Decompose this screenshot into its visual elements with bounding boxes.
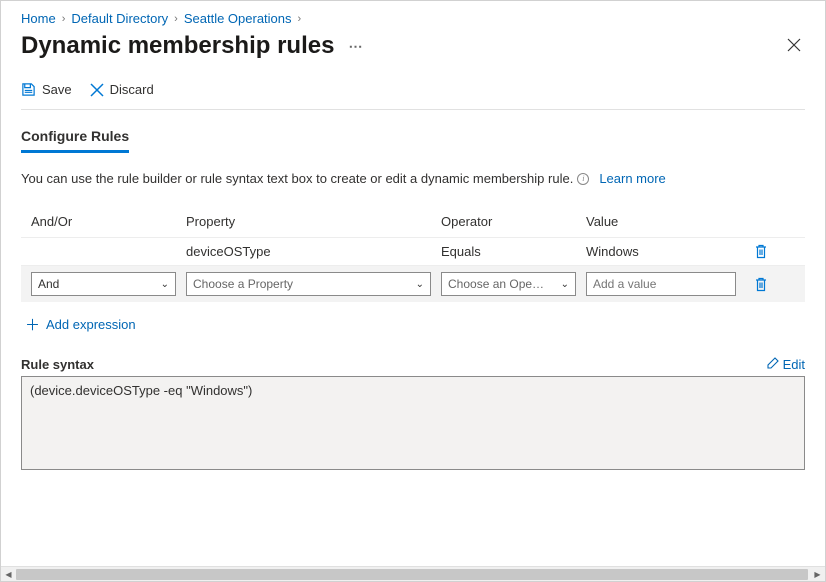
value-input[interactable] [586,272,736,296]
header-andor: And/Or [31,214,186,229]
cell-value: Windows [586,244,746,259]
rule-syntax-textarea[interactable] [21,376,805,470]
scroll-right-icon[interactable]: ▶ [810,567,825,582]
chevron-right-icon: › [174,13,178,25]
add-expression-button[interactable]: ＋ Add expression [25,314,805,335]
cell-operator: Equals [441,244,586,259]
breadcrumb-home[interactable]: Home [21,11,56,26]
table-row: deviceOSType Equals Windows [21,237,805,265]
rules-table: And/Or Property Operator Value deviceOST… [21,206,805,302]
save-button[interactable]: Save [21,82,72,97]
toolbar: Save Discard [21,82,805,110]
chevron-down-icon: ⌄ [161,279,169,290]
breadcrumb: Home › Default Directory › Seattle Opera… [21,9,805,26]
discard-button[interactable]: Discard [90,82,154,97]
table-header: And/Or Property Operator Value [21,206,805,237]
property-select[interactable]: Choose a Property ⌄ [186,272,431,296]
plus-icon: ＋ [25,314,40,335]
header-value: Value [586,214,746,229]
pencil-icon [767,357,779,372]
breadcrumb-group[interactable]: Seattle Operations [184,11,292,26]
close-icon[interactable] [783,34,805,59]
andor-select[interactable]: And ⌄ [31,272,176,296]
scroll-left-icon[interactable]: ◀ [1,567,16,582]
chevron-down-icon: ⌄ [416,279,424,290]
chevron-right-icon: › [298,13,302,25]
breadcrumb-directory[interactable]: Default Directory [71,11,168,26]
rule-syntax-label: Rule syntax [21,357,94,372]
horizontal-scrollbar[interactable]: ◀ ▶ [1,566,825,581]
chevron-down-icon: ⌄ [561,279,569,290]
page-title: Dynamic membership rules ⋯ [21,32,363,60]
edit-syntax-button[interactable]: Edit [767,357,805,372]
help-text: You can use the rule builder or rule syn… [21,171,805,186]
delete-icon[interactable] [746,277,776,292]
operator-select[interactable]: Choose an Ope… ⌄ [441,272,576,296]
delete-icon[interactable] [746,244,776,259]
learn-more-link[interactable]: Learn more [599,171,665,186]
table-row-editing: And ⌄ Choose a Property ⌄ Choose an Ope…… [21,265,805,302]
discard-icon [90,83,104,97]
save-icon [21,82,36,97]
tab-configure-rules[interactable]: Configure Rules [21,128,129,153]
cell-property: deviceOSType [186,244,441,259]
info-icon[interactable]: i [577,173,589,185]
header-operator: Operator [441,214,586,229]
header-property: Property [186,214,441,229]
more-actions-icon[interactable]: ⋯ [348,38,363,55]
chevron-right-icon: › [62,13,66,25]
